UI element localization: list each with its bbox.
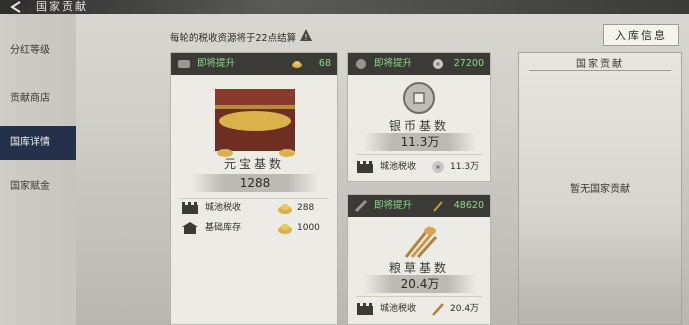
row-value: 1000 [297, 223, 320, 233]
gold-ingot-icon [278, 204, 292, 214]
gold-base-title: 元宝基数 [223, 157, 284, 171]
storage-info-button[interactable]: 入库信息 [603, 24, 679, 46]
city-wall-icon [357, 161, 373, 173]
gold-base-value: 1288 [191, 174, 319, 192]
upgrade-tag: 即将提升 [197, 58, 236, 69]
row-value: 288 [297, 203, 315, 213]
wheat-icon [432, 303, 444, 316]
upgrade-tag: 即将提升 [374, 58, 413, 69]
contribution-panel: 国家贡献 暂无国家贡献 [518, 52, 682, 325]
upgrade-count: 48620 [453, 200, 484, 211]
sidebar-item-dividend-level[interactable]: 分红等级 [0, 34, 76, 68]
city-wall-icon [182, 202, 198, 214]
back-arrow-icon[interactable] [6, 0, 28, 14]
warning-icon[interactable]: ! [299, 28, 313, 42]
row-label: 城池税收 [205, 203, 242, 213]
window-title: 国家贡献 [36, 0, 88, 13]
coin-tag-icon [356, 59, 366, 69]
gold-stock-row: 基础库存 1000 [181, 220, 331, 236]
upgrade-count: 27200 [453, 58, 484, 69]
settlement-notice: 每轮的税收资源将于22点结算 [170, 33, 297, 44]
city-wall-icon [357, 303, 373, 315]
svg-text:!: ! [304, 33, 307, 42]
divider [529, 70, 671, 71]
grain-base-card: 即将提升 48620 粮草基数 20.4万 城池税收 20.4万 [347, 194, 491, 325]
gold-ingot-tag-icon [178, 60, 190, 68]
gold-base-card: 即将提升 68 元宝基数 1288 城池税收 288 基础库存 1000 [170, 52, 338, 325]
upgrade-tag: 即将提升 [374, 200, 413, 211]
row-value: 11.3万 [450, 162, 480, 172]
treasure-chest-icon [215, 89, 295, 157]
storehouse-icon [182, 222, 198, 234]
divider [356, 154, 482, 155]
sidebar-item-national-fund[interactable]: 国家赋金 [0, 170, 76, 204]
card-header: 即将提升 68 [171, 53, 337, 75]
grain-tag-icon [354, 199, 368, 213]
gold-tax-row: 城池税收 288 [181, 200, 331, 216]
row-label: 城池税收 [380, 304, 417, 314]
sidebar-item-treasury-details[interactable]: 国库详情 [0, 126, 76, 160]
gold-ingot-icon [292, 61, 302, 68]
divider [179, 198, 329, 199]
silver-base-value: 11.3万 [364, 133, 476, 151]
silver-coin-icon [403, 82, 435, 114]
sidebar: 分红等级 贡献商店 国库详情 国家赋金 [0, 14, 76, 325]
row-label: 基础库存 [205, 223, 242, 233]
top-bar: 国家贡献 [0, 0, 689, 14]
row-label: 城池税收 [380, 162, 417, 172]
grain-base-title: 粮草基数 [388, 261, 449, 275]
grain-base-value: 20.4万 [364, 275, 476, 293]
divider [356, 296, 482, 297]
panel-title: 国家贡献 [576, 59, 624, 70]
card-header: 即将提升 27200 [348, 53, 490, 75]
upgrade-count: 68 [318, 58, 331, 69]
sidebar-item-contribution-shop[interactable]: 贡献商店 [0, 82, 76, 116]
silver-coin-icon [433, 59, 443, 69]
row-value: 20.4万 [450, 304, 480, 314]
silver-base-card: 即将提升 27200 银币基数 11.3万 城池税收 11.3万 [347, 52, 491, 182]
silver-base-title: 银币基数 [388, 119, 449, 133]
wheat-bundle-icon [404, 226, 438, 259]
grain-tax-row: 城池税收 20.4万 [356, 301, 486, 317]
silver-tax-row: 城池税收 11.3万 [356, 159, 486, 175]
card-header: 即将提升 48620 [348, 195, 490, 217]
gold-ingot-icon [278, 224, 292, 234]
silver-coin-icon [432, 161, 444, 173]
wheat-icon [433, 201, 443, 212]
empty-state-text: 暂无国家贡献 [570, 184, 630, 195]
